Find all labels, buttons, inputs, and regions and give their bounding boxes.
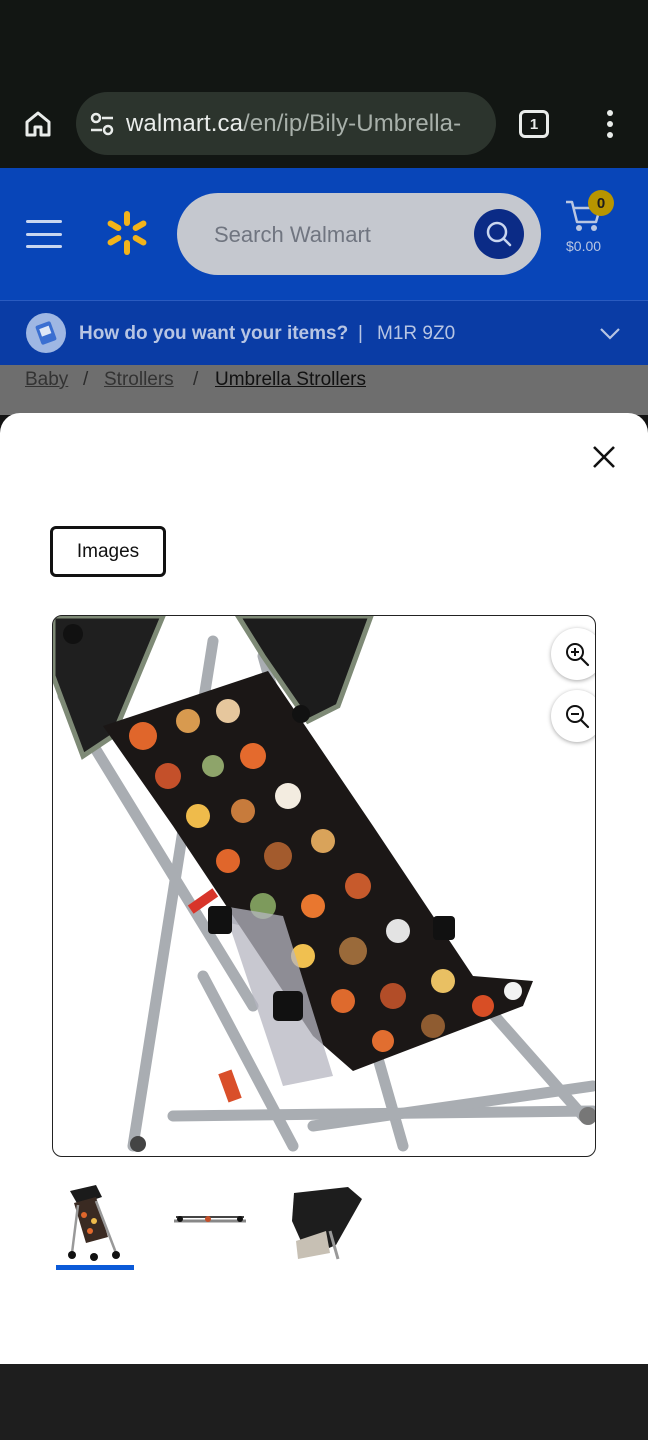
breadcrumb-separator: / <box>193 369 199 390</box>
navigation-bar <box>0 1364 648 1440</box>
menu-dot-icon <box>607 110 613 116</box>
browser-menu-button[interactable] <box>596 104 624 144</box>
main-product-image[interactable] <box>52 615 596 1157</box>
menu-dot-icon <box>607 121 613 127</box>
thumbnail-stroller-folded[interactable] <box>170 1181 248 1267</box>
address-bar[interactable]: walmart.ca/en/ip/Bily-Umbrella- <box>76 92 496 155</box>
fulfillment-question: How do you want your items? <box>79 323 349 344</box>
tab-switcher-button[interactable]: 1 <box>519 110 549 138</box>
thumbnail-stroller-front[interactable] <box>56 1181 134 1267</box>
zoom-in-button[interactable] <box>551 628 595 680</box>
status-bar <box>0 0 648 80</box>
browser-toolbar: walmart.ca/en/ip/Bily-Umbrella- 1 <box>0 80 648 168</box>
search-placeholder: Search Walmart <box>214 222 371 247</box>
url-text: walmart.ca/en/ip/Bily-Umbrella- <box>126 110 461 138</box>
zoom-out-button[interactable] <box>551 690 595 742</box>
home-icon <box>25 111 51 137</box>
breadcrumb-separator: / <box>83 369 89 390</box>
fulfillment-separator: | <box>358 323 363 344</box>
site-header: Search Walmart 0 $0.00 <box>0 168 648 300</box>
delivery-icon <box>26 313 66 353</box>
cart-total: $0.00 <box>566 238 602 254</box>
cart-count-badge: 0 <box>588 190 614 216</box>
thumbnail-stroller-canopy[interactable] <box>286 1181 364 1267</box>
fulfillment-selector[interactable]: How do you want your items? | M1R 9Z0 <box>0 300 648 365</box>
breadcrumb-item-strollers[interactable]: Strollers <box>104 369 174 391</box>
url-domain: walmart.ca <box>126 109 244 137</box>
search-icon <box>486 221 512 247</box>
zoom-out-icon <box>566 705 590 729</box>
selected-thumbnail-indicator <box>56 1265 134 1270</box>
site-settings-icon[interactable] <box>88 110 116 138</box>
breadcrumb-item-umbrella-strollers[interactable]: Umbrella Strollers <box>215 369 366 391</box>
url-path: /en/ip/Bily-Umbrella- <box>243 109 462 137</box>
chevron-down-icon <box>600 328 620 340</box>
breadcrumb-item-baby[interactable]: Baby <box>25 369 68 391</box>
stroller-image <box>53 616 595 1152</box>
home-button[interactable] <box>18 104 58 144</box>
breadcrumb: Baby / Strollers / Umbrella Strollers <box>0 365 648 415</box>
postal-code: M1R 9Z0 <box>377 323 456 344</box>
search-input[interactable]: Search Walmart <box>177 193 541 275</box>
zoom-in-icon <box>566 643 590 667</box>
tab-images[interactable]: Images <box>50 526 166 577</box>
close-icon[interactable] <box>588 441 620 473</box>
image-viewer-modal: Images <box>0 413 648 1364</box>
menu-dot-icon <box>607 132 613 138</box>
search-button[interactable] <box>474 209 524 259</box>
cart-button[interactable]: 0 $0.00 <box>560 190 620 260</box>
hamburger-menu-icon[interactable] <box>26 220 62 248</box>
walmart-spark-logo[interactable] <box>104 210 150 256</box>
